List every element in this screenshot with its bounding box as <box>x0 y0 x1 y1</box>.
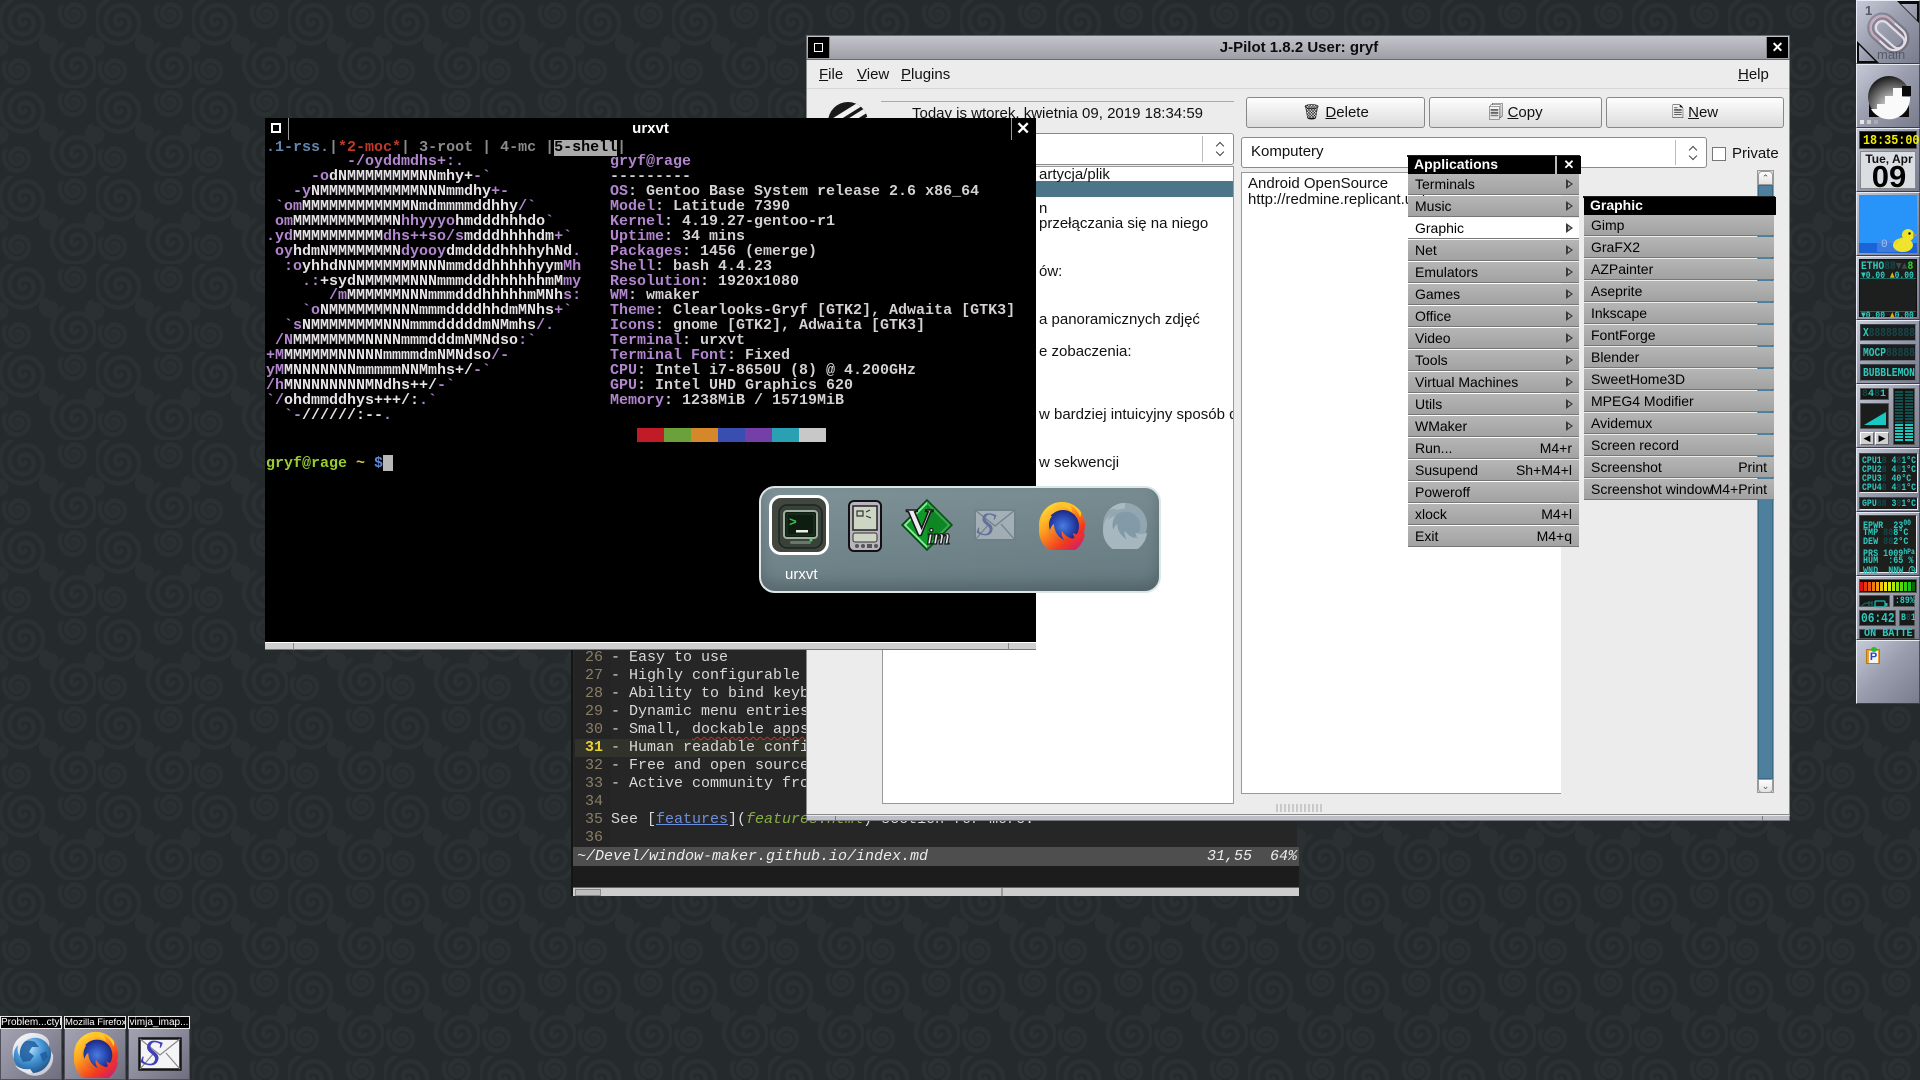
svg-text:im: im <box>927 524 950 549</box>
svg-text:>: > <box>789 515 797 530</box>
